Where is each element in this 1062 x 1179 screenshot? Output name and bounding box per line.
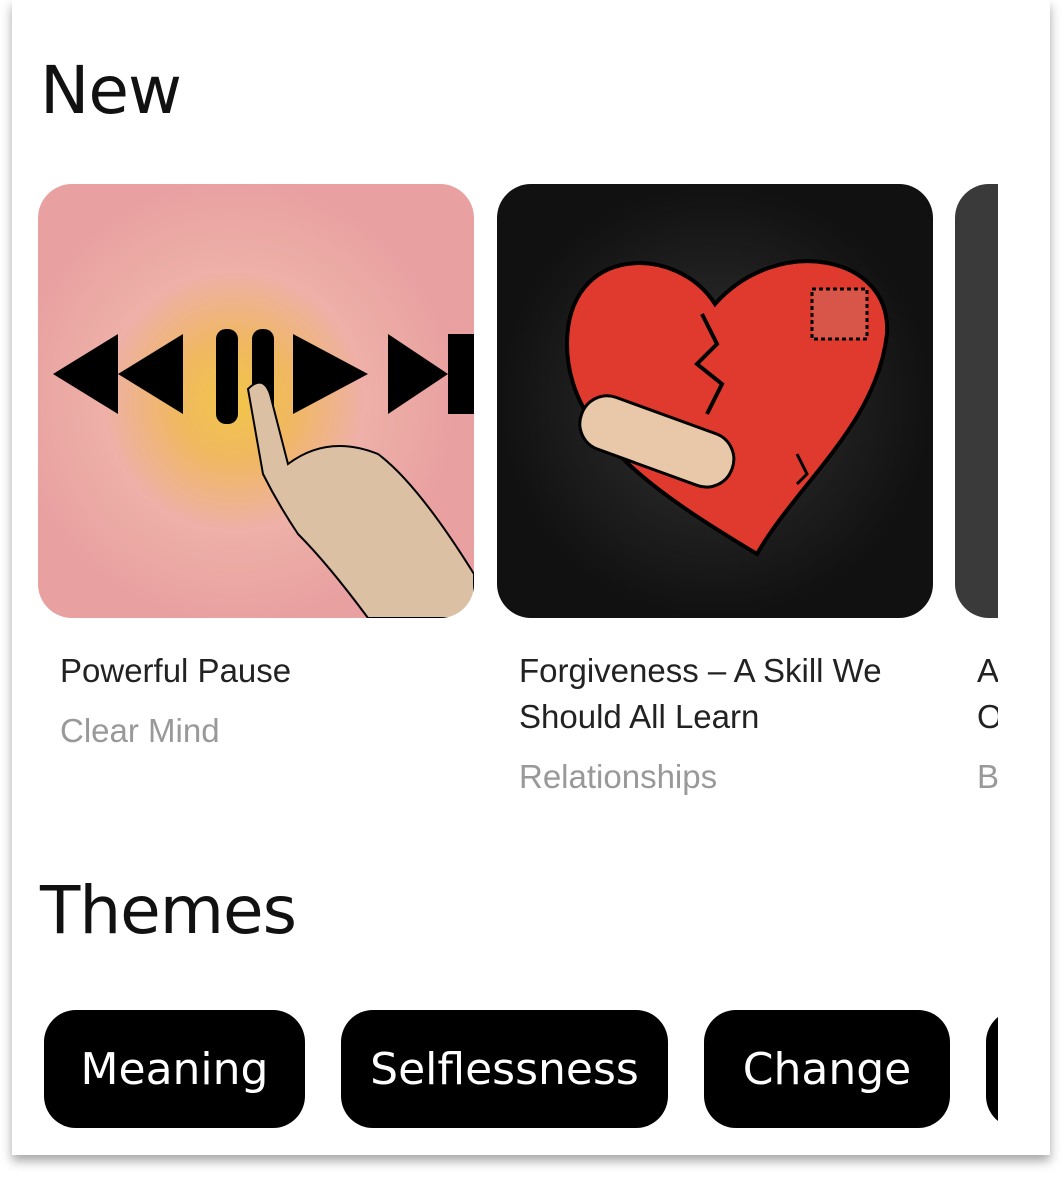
card-title: Forgiveness – A Skill We Should All Lear… [519,652,882,735]
card-image-broken-heart [497,184,933,618]
section-heading-new: New [40,52,182,129]
bandaged-heart-icon [564,259,890,557]
card-image-media-controls [38,184,474,618]
media-controls-icon [53,329,474,618]
card-image-partial [955,184,998,618]
card-category: Relationships [519,758,718,795]
card-title: AO [977,652,998,735]
content-card-powerful-pause[interactable]: Powerful Pause Clear Mind [38,184,474,750]
section-heading-themes: Themes [40,872,297,949]
content-card-forgiveness[interactable]: Forgiveness – A Skill We Should All Lear… [497,184,933,796]
content-card-partial[interactable]: AO B [955,184,998,796]
content-panel: New Powerful Pause Clear Mind Forgivenes… [12,0,1050,1155]
card-category: Clear Mind [60,712,220,749]
theme-chip-partial[interactable] [986,1010,998,1128]
theme-chip-change[interactable]: Change [704,1010,950,1128]
theme-chip-meaning[interactable]: Meaning [44,1010,305,1128]
card-category: B [977,758,998,795]
card-title: Powerful Pause [60,652,292,689]
theme-chip-selflessness[interactable]: Selflessness [341,1010,668,1128]
